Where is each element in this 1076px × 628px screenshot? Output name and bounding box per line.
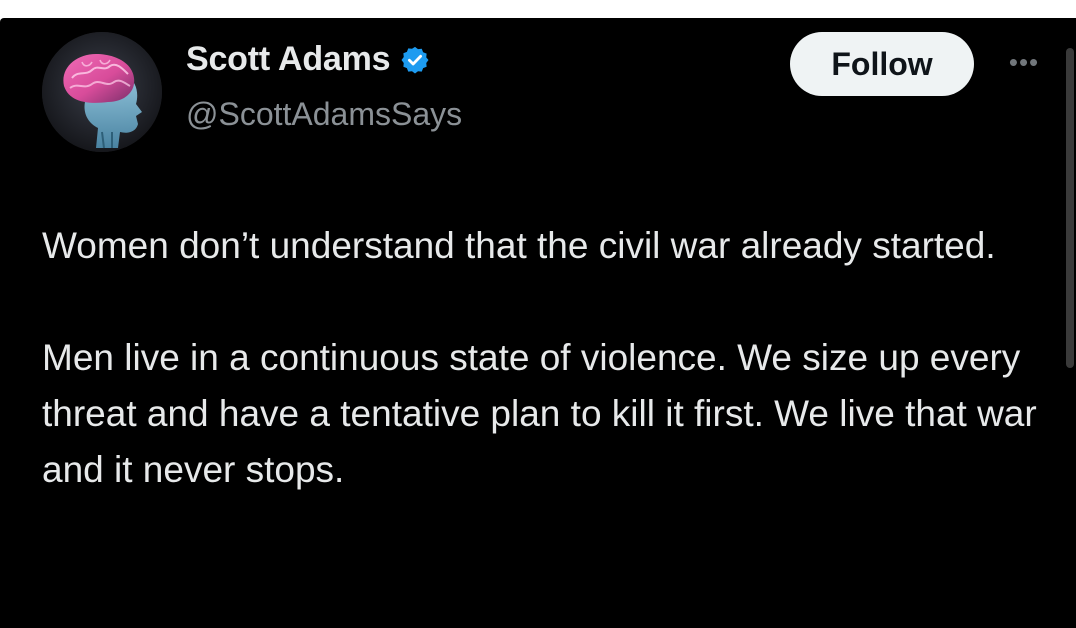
avatar[interactable] xyxy=(42,32,162,152)
tweet-card: Scott Adams @ScottAdamsSays Follow ••• W… xyxy=(0,18,1076,628)
author-name-row: Scott Adams xyxy=(186,40,430,79)
scrollbar[interactable] xyxy=(1066,48,1074,368)
follow-button[interactable]: Follow xyxy=(790,32,974,96)
tweet-paragraph: Men live in a continuous state of violen… xyxy=(42,337,1037,490)
tweet-paragraph: Women don’t understand that the civil wa… xyxy=(42,225,996,266)
more-options-icon[interactable]: ••• xyxy=(998,46,1050,78)
brain-profile-avatar-icon xyxy=(42,32,162,152)
verified-badge-icon xyxy=(400,45,430,75)
author-handle[interactable]: @ScottAdamsSays xyxy=(186,96,462,133)
author-display-name[interactable]: Scott Adams xyxy=(186,40,391,79)
tweet-text: Women don’t understand that the civil wa… xyxy=(42,218,1052,498)
